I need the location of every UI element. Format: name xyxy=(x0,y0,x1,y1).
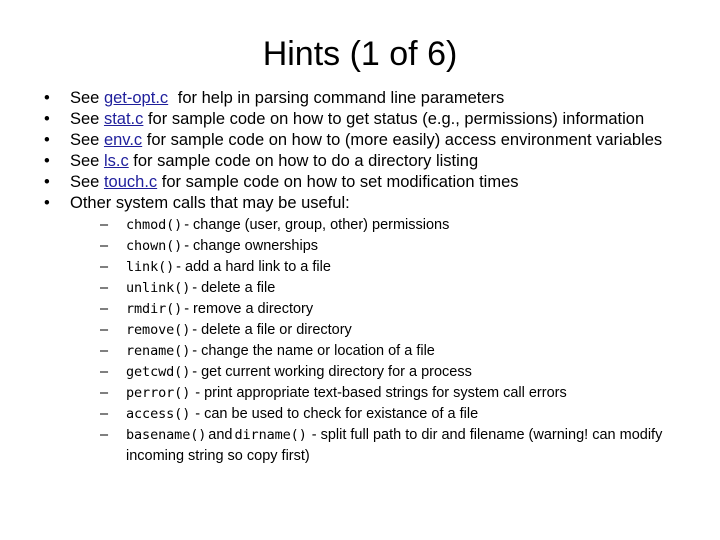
dash-bullet-icon: – xyxy=(100,259,109,275)
source-file-link[interactable]: stat.c xyxy=(104,110,143,128)
syscall-conjunction: and xyxy=(208,427,233,443)
syscall-name: chmod() xyxy=(126,217,183,233)
list-item: – getcwd() - get current working director… xyxy=(98,362,696,383)
syscall-list: – chmod() - change (user, group, other) p… xyxy=(70,215,696,467)
source-file-link[interactable]: env.c xyxy=(104,131,142,149)
bullet-text-post: for sample code on how to do a directory… xyxy=(128,152,479,170)
syscall-name: rename() xyxy=(126,343,191,359)
bullet-text-pre: Other system calls that may be useful: xyxy=(70,194,350,212)
list-item: • See env.c for sample code on how to (m… xyxy=(36,130,696,151)
syscall-name: chown() xyxy=(126,238,183,254)
list-item: • See touch.c for sample code on how to … xyxy=(36,172,696,193)
slide: Hints (1 of 6) • See get-opt.c for help … xyxy=(0,0,720,540)
syscall-desc: - add a hard link to a file xyxy=(176,259,331,275)
source-file-link[interactable]: ls.c xyxy=(104,152,129,170)
list-item: – basename() and dirname() - split full pat… xyxy=(98,425,696,467)
list-item: – access() - can be used to check for exi… xyxy=(98,404,696,425)
list-item: • See get-opt.c for help in parsing comm… xyxy=(36,88,696,109)
list-item: • See stat.c for sample code on how to g… xyxy=(36,109,696,130)
syscall-desc: - get current working directory for a pr… xyxy=(192,364,472,380)
list-item: – rename() - change the name or location … xyxy=(98,341,696,362)
syscall-name-2: dirname() xyxy=(234,427,307,443)
dash-bullet-icon: – xyxy=(100,217,109,233)
dash-bullet-icon: – xyxy=(100,280,109,296)
dash-bullet-icon: – xyxy=(100,427,109,443)
bullet-text-pre: See xyxy=(70,89,104,107)
bullet-icon: • xyxy=(44,152,50,170)
dash-bullet-icon: – xyxy=(100,406,109,422)
syscall-desc: - print appropriate text-based strings f… xyxy=(195,385,567,401)
dash-bullet-icon: – xyxy=(100,322,109,338)
list-item: – rmdir() - remove a directory xyxy=(98,299,696,320)
dash-bullet-icon: – xyxy=(100,238,109,254)
bullet-icon: • xyxy=(44,194,50,212)
source-file-link[interactable]: get-opt.c xyxy=(104,89,168,107)
bullet-icon: • xyxy=(44,89,50,107)
dash-bullet-icon: – xyxy=(100,343,109,359)
dash-bullet-icon: – xyxy=(100,301,109,317)
slide-body: • See get-opt.c for help in parsing comm… xyxy=(36,88,696,467)
syscall-desc: - remove a directory xyxy=(184,301,314,317)
list-item: – chown() - change ownerships xyxy=(98,236,696,257)
syscall-desc: - delete a file or directory xyxy=(192,322,352,338)
syscall-desc: - change (user, group, other) permission… xyxy=(184,217,450,233)
syscall-desc: - delete a file xyxy=(192,280,276,296)
syscall-name: perror() xyxy=(126,385,191,401)
syscall-name: unlink() xyxy=(126,280,191,296)
bullet-text-pre: See xyxy=(70,173,104,191)
bullet-text-post: for sample code on how to set modificati… xyxy=(157,173,519,191)
list-item: – perror() - print appropriate text-based… xyxy=(98,383,696,404)
list-item: • Other system calls that may be useful:… xyxy=(36,193,696,467)
bullet-text-post: for sample code on how to get status (e.… xyxy=(143,110,645,128)
dash-bullet-icon: – xyxy=(100,364,109,380)
bullet-text-pre: See xyxy=(70,110,104,128)
bullet-icon: • xyxy=(44,173,50,191)
syscall-desc: - can be used to check for existance of … xyxy=(195,406,479,422)
source-file-link[interactable]: touch.c xyxy=(104,173,157,191)
bullet-text-post: for help in parsing command line paramet… xyxy=(173,89,505,107)
syscall-name-1: basename() xyxy=(126,427,207,443)
syscall-desc: - change ownerships xyxy=(184,238,319,254)
dash-bullet-icon: – xyxy=(100,385,109,401)
syscall-name: link() xyxy=(126,259,175,275)
syscall-name: rmdir() xyxy=(126,301,183,317)
syscall-desc: - split full path to dir and filename (w… xyxy=(126,427,663,464)
syscall-name: getcwd() xyxy=(126,364,191,380)
list-item: – unlink() - delete a file xyxy=(98,278,696,299)
list-item: – remove() - delete a file or directory xyxy=(98,320,696,341)
list-item: – link() - add a hard link to a file xyxy=(98,257,696,278)
bullet-text-post: for sample code on how to (more easily) … xyxy=(142,131,663,149)
syscall-name: remove() xyxy=(126,322,191,338)
bullet-text-pre: See xyxy=(70,131,104,149)
page-title: Hints (1 of 6) xyxy=(262,35,458,73)
bullet-icon: • xyxy=(44,131,50,149)
bullet-text-pre: See xyxy=(70,152,104,170)
bullet-icon: • xyxy=(44,110,50,128)
syscall-name: access() xyxy=(126,406,191,422)
list-item: • See ls.c for sample code on how to do … xyxy=(36,151,696,172)
hints-list: • See get-opt.c for help in parsing comm… xyxy=(36,88,696,467)
syscall-desc: - change the name or location of a file xyxy=(192,343,435,359)
list-item: – chmod() - change (user, group, other) p… xyxy=(98,215,696,236)
